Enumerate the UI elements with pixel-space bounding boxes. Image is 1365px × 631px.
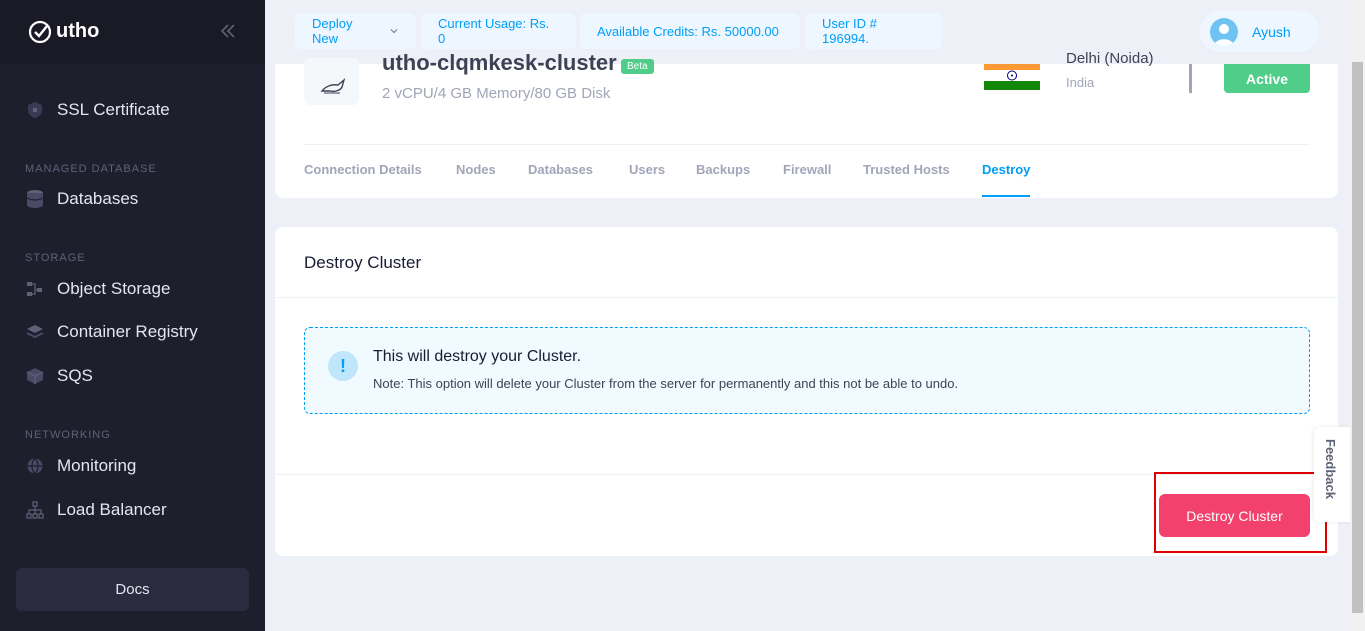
sidebar-item-monitoring[interactable]: Monitoring (25, 456, 136, 476)
sidebar-item-container-registry[interactable]: Container Registry (25, 322, 198, 342)
shield-icon (25, 100, 45, 120)
user-name: Ayush (1252, 23, 1291, 40)
feedback-tab[interactable]: Feedback (1314, 427, 1350, 522)
status-badge: Active (1224, 64, 1310, 93)
docs-button[interactable]: Docs (16, 568, 249, 611)
globe-icon (25, 456, 45, 476)
sidebar-item-label: Load Balancer (57, 500, 167, 519)
cluster-specs: 2 vCPU/4 GB Memory/80 GB Disk (382, 85, 611, 102)
available-credits-badge: Available Credits: Rs. 50000.00 (580, 13, 800, 49)
layers-icon (25, 322, 45, 342)
warning-notice (304, 327, 1310, 414)
section-managed-database: MANAGED DATABASE (25, 163, 157, 175)
sidebar-item-sqs[interactable]: SQS (25, 366, 93, 386)
tab-firewall[interactable]: Firewall (783, 162, 831, 177)
highlight-box (1154, 472, 1327, 553)
card-title: Destroy Cluster (304, 253, 422, 272)
scrollbar-thumb[interactable] (1352, 62, 1363, 613)
divider (275, 297, 1338, 298)
tab-destroy[interactable]: Destroy (982, 162, 1030, 177)
location-city: Delhi (Noida) (1066, 50, 1154, 66)
logo-check-icon (28, 20, 52, 44)
cluster-icon (304, 58, 359, 105)
sidebar-item-label: Container Registry (57, 322, 198, 341)
sidebar-item-label: Object Storage (57, 279, 171, 298)
india-flag-icon (984, 64, 1040, 90)
database-icon (25, 189, 45, 209)
sidebar-item-label: SSL Certificate (57, 100, 170, 119)
sidebar-item-object-storage[interactable]: Object Storage (25, 279, 170, 299)
logo-text: utho (56, 19, 100, 42)
sidebar: utho SSL Certificate MANAGED DATABASE Da… (0, 0, 265, 631)
tab-databases[interactable]: Databases (528, 162, 593, 177)
sidebar-item-ssl[interactable]: SSL Certificate (25, 100, 170, 120)
logo[interactable]: utho (28, 18, 99, 44)
notice-title: This will destroy your Cluster. (373, 348, 582, 365)
deploy-new-dropdown[interactable]: Deploy New (295, 13, 416, 49)
queue-icon (25, 366, 45, 386)
active-tab-indicator (982, 195, 1030, 197)
divider (304, 144, 1310, 145)
chevron-down-icon (389, 26, 399, 36)
feedback-label: Feedback (1323, 439, 1338, 499)
sidebar-item-load-balancer[interactable]: Load Balancer (25, 500, 167, 520)
section-networking: NETWORKING (25, 429, 111, 441)
network-icon (25, 500, 45, 520)
sidebar-item-databases[interactable]: Databases (25, 189, 138, 209)
sidebar-item-label: SQS (57, 366, 93, 385)
section-storage: STORAGE (25, 252, 86, 264)
tab-users[interactable]: Users (629, 162, 665, 177)
divider (1189, 64, 1192, 93)
collapse-sidebar-icon[interactable] (219, 22, 237, 45)
deploy-new-label: Deploy New (312, 16, 353, 46)
notice-text: Note: This option will delete your Clust… (373, 376, 959, 391)
tab-backups[interactable]: Backups (696, 162, 750, 177)
avatar (1210, 17, 1238, 46)
beta-badge: Beta (621, 59, 654, 74)
object-storage-icon (25, 279, 45, 299)
current-usage-badge: Current Usage: Rs. 0 (421, 13, 576, 49)
location-country: India (1066, 75, 1095, 90)
sidebar-item-label: Monitoring (57, 456, 137, 475)
user-id-badge: User ID # 196994. (805, 13, 942, 49)
sidebar-item-label: Databases (57, 189, 139, 208)
tab-nodes[interactable]: Nodes (456, 162, 496, 177)
info-icon: ! (328, 351, 358, 381)
tab-connection-details[interactable]: Connection Details (304, 162, 422, 177)
tab-trusted-hosts[interactable]: Trusted Hosts (863, 162, 950, 177)
cluster-name: utho-clqmkesk-cluster (382, 50, 617, 75)
user-menu[interactable]: Ayush (1200, 11, 1319, 52)
